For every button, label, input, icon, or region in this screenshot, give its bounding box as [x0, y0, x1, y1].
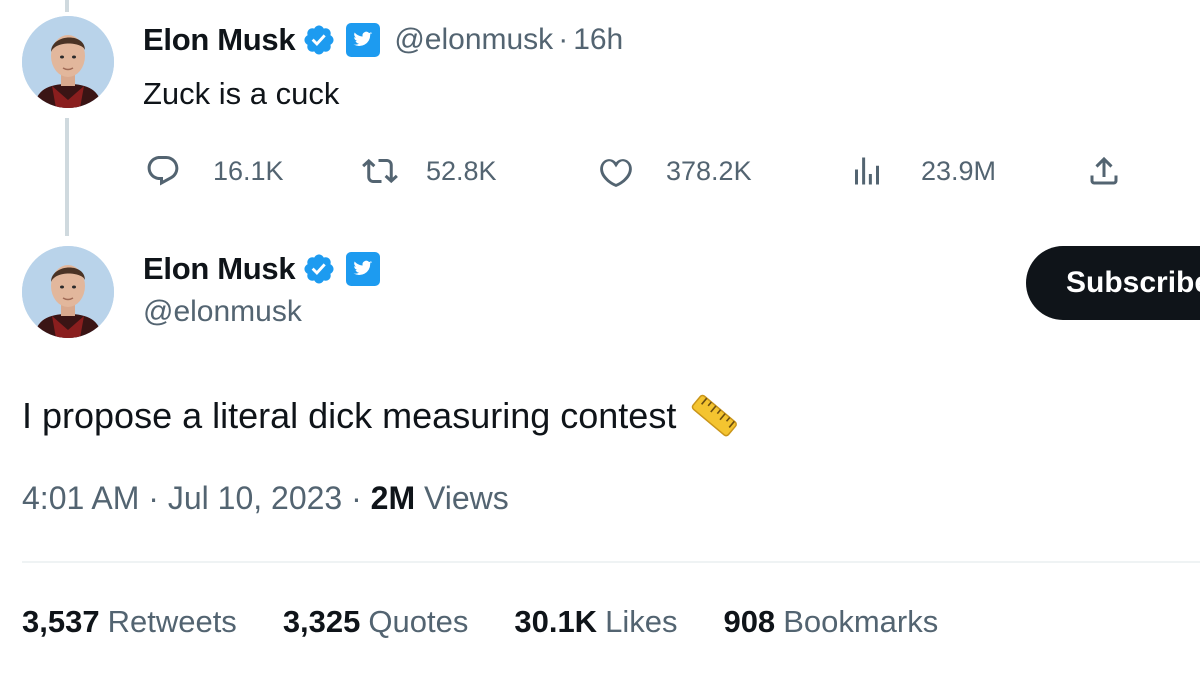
tweet-time[interactable]: 4:01 AM — [22, 480, 139, 516]
views-label: Views — [423, 480, 509, 516]
separator-dot: · — [351, 480, 362, 516]
quotes-label: Quotes — [368, 604, 469, 639]
main-tweet-text: I propose a literal dick measuring conte… — [22, 395, 677, 436]
bookmarks-count: 908 — [723, 604, 776, 639]
separator-dot: · — [558, 23, 569, 56]
straight-ruler-icon — [688, 390, 740, 442]
verified-badge-icon[interactable] — [302, 23, 336, 57]
divider — [22, 561, 1200, 563]
reply-icon — [145, 153, 181, 189]
timestamp[interactable]: 16h — [573, 23, 623, 57]
avatar[interactable] — [22, 16, 114, 108]
avatar-image — [22, 16, 114, 108]
display-name[interactable]: Elon Musk — [143, 251, 296, 287]
quotes-stat[interactable]: 3,325 Quotes — [283, 604, 469, 640]
handle[interactable]: @elonmusk — [394, 23, 553, 57]
separator-dot: · — [148, 480, 159, 516]
reply-tweet-header: Elon Musk @elonmusk · 16h — [143, 20, 623, 60]
views-count: 23.9M — [921, 155, 997, 186]
retweet-icon — [362, 153, 398, 189]
analytics-icon — [849, 153, 885, 189]
likes-stat[interactable]: 30.1K Likes — [514, 604, 677, 640]
thread-connector-top — [65, 0, 69, 12]
display-name[interactable]: Elon Musk — [143, 22, 296, 58]
retweets-label: Retweets — [107, 604, 237, 639]
subscribe-button[interactable]: Subscribe — [1026, 246, 1200, 320]
retweet-count: 52.8K — [426, 155, 497, 186]
quotes-count: 3,325 — [282, 604, 361, 639]
main-tweet-header: Elon Musk — [143, 249, 381, 289]
main-tweet-text-row: I propose a literal dick measuring conte… — [22, 390, 740, 442]
affiliate-twitter-icon[interactable] — [346, 252, 381, 286]
reply-button[interactable]: 16.1K — [145, 148, 284, 194]
share-button[interactable] — [1086, 148, 1122, 194]
reply-tweet-text: Zuck is a cuck — [143, 76, 340, 111]
retweets-count: 3,537 — [22, 604, 100, 639]
tweet-meta: 4:01 AM · Jul 10, 2023 · 2M Views — [22, 480, 509, 517]
engagement-stats: 3,537 Retweets 3,325 Quotes 30.1K Likes 908… — [22, 604, 984, 640]
affiliate-twitter-icon[interactable] — [346, 23, 381, 57]
heart-icon — [598, 153, 634, 189]
share-icon — [1086, 153, 1122, 189]
like-count: 378.2K — [666, 155, 752, 186]
retweet-button[interactable]: 52.8K — [362, 148, 497, 194]
like-button[interactable]: 378.2K — [598, 148, 752, 194]
action-bar: 16.1K 52.8K 378.2K 23.9M — [0, 148, 1200, 194]
retweets-stat[interactable]: 3,537 Retweets — [22, 604, 237, 640]
bookmarks-label: Bookmarks — [783, 604, 939, 639]
avatar-image — [22, 246, 114, 338]
tweet-thread: Elon Musk @elonmusk · 16h Zuck is a cuck… — [0, 0, 1200, 675]
likes-count: 30.1K — [514, 604, 598, 639]
verified-badge-icon[interactable] — [302, 252, 336, 286]
reply-count: 16.1K — [213, 155, 284, 186]
views-total: 2M — [370, 480, 416, 516]
bookmarks-stat[interactable]: 908 Bookmarks — [723, 604, 938, 640]
views-button[interactable]: 23.9M — [849, 148, 996, 194]
likes-label: Likes — [605, 604, 678, 639]
avatar[interactable] — [22, 246, 114, 338]
tweet-date[interactable]: Jul 10, 2023 — [168, 480, 342, 516]
handle[interactable]: @elonmusk — [143, 295, 302, 329]
